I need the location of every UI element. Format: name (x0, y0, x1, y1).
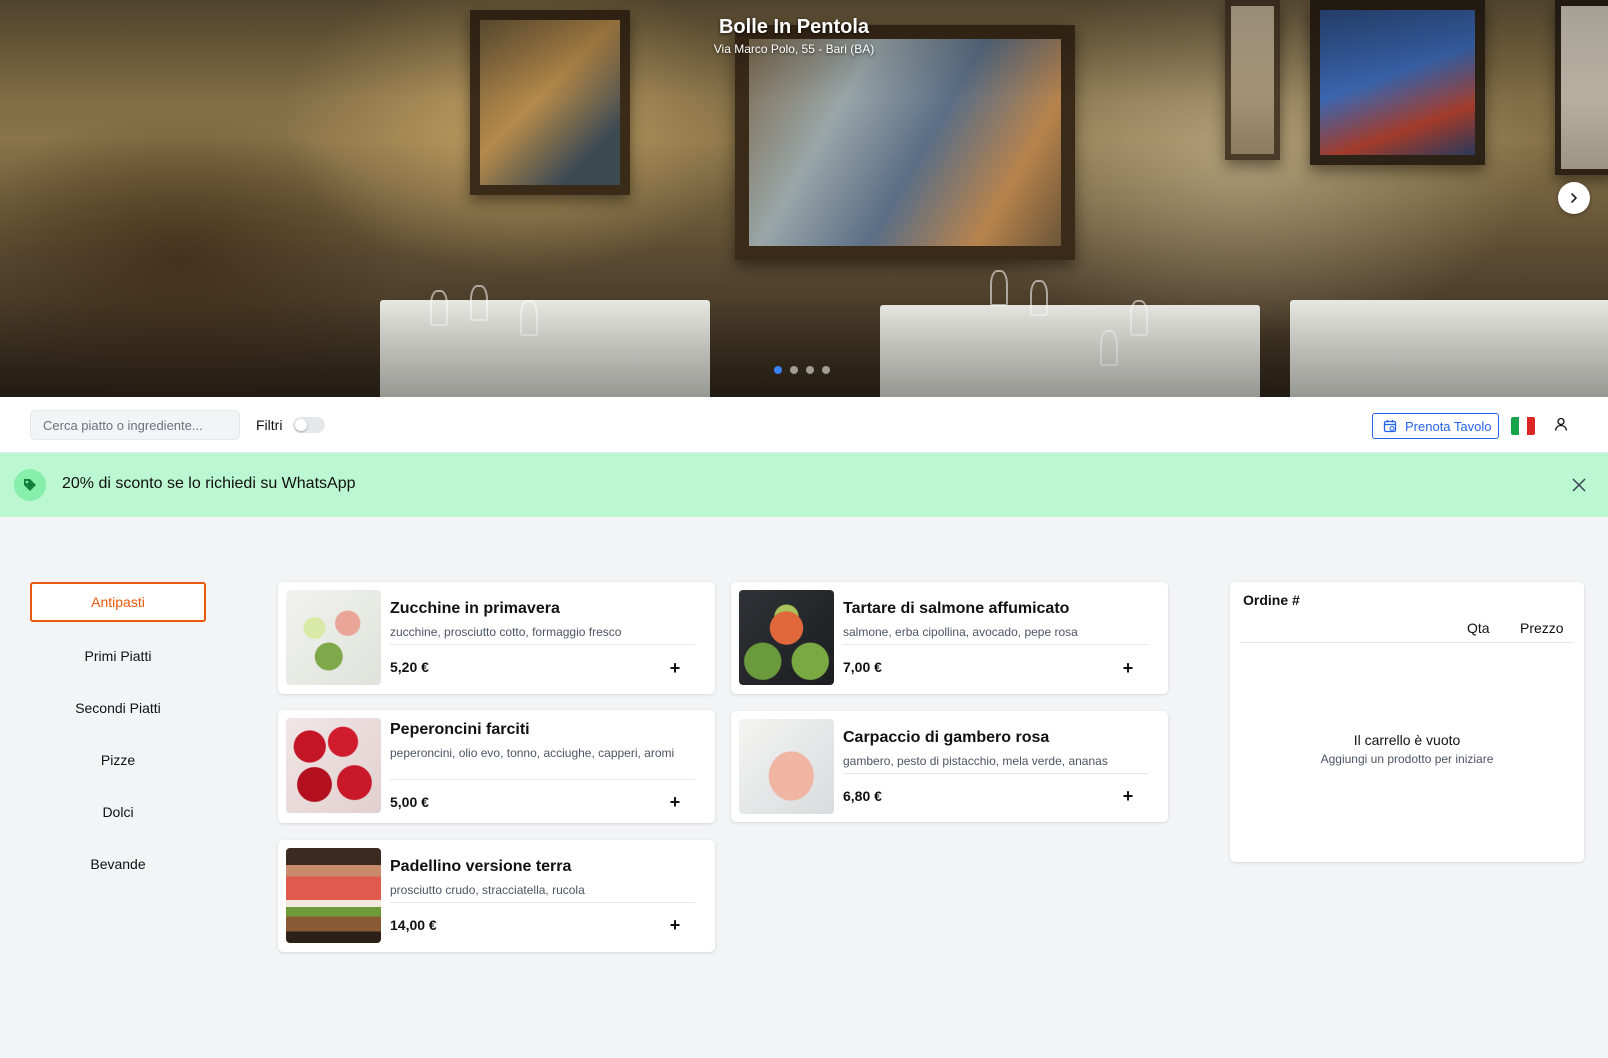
product-price: 14,00 € (390, 917, 437, 933)
user-account-button[interactable] (1547, 410, 1575, 438)
product-ingredients: peperoncini, olio evo, tonno, acciughe, … (390, 746, 675, 760)
product-ingredients: salmone, erba cipollina, avocado, pepe r… (843, 625, 1078, 639)
product-price: 6,80 € (843, 788, 882, 804)
restaurant-name: Bolle In Pentola (718, 16, 870, 38)
product-name: Peperoncini farciti (390, 721, 530, 738)
cart-empty-title: Il carrello è vuoto (1353, 732, 1461, 748)
product-ingredients: prosciutto crudo, stracciatella, rucola (390, 883, 585, 897)
promo-close-button[interactable] (1568, 474, 1590, 496)
product-ingredients: gambero, pesto di pistacchio, mela verde… (843, 754, 1108, 768)
product-price: 7,00 € (843, 659, 882, 675)
category-antipasti[interactable]: Antipasti (30, 582, 206, 622)
calendar-icon (1383, 420, 1397, 433)
promo-text: 20% di sconto se lo richiedi su WhatsApp (62, 475, 356, 492)
toolbar: Filtri Prenota Tavolo (0, 397, 1608, 453)
book-table-label: Prenota Tavolo (1405, 418, 1492, 434)
toggle-knob (295, 419, 307, 431)
chevron-right-icon (1571, 193, 1577, 203)
category-secondi-piatti[interactable]: Secondi Piatti (30, 688, 206, 728)
product-price: 5,20 € (390, 659, 429, 675)
cart-empty-hint: Aggiungi un prodotto per iniziare (1320, 752, 1494, 766)
search-input[interactable] (30, 410, 240, 440)
product-card[interactable]: Zucchine in primavera zucchine, prosciut… (278, 582, 715, 694)
carousel-dot[interactable] (790, 366, 798, 374)
filters-label: Filtri (256, 417, 283, 433)
category-primi-piatti[interactable]: Primi Piatti (30, 636, 206, 676)
add-to-cart-button[interactable]: + (1118, 658, 1138, 678)
italian-flag-icon[interactable] (1511, 417, 1535, 435)
product-ingredients: zucchine, prosciutto cotto, formaggio fr… (390, 625, 622, 639)
product-name: Carpaccio di gambero rosa (843, 729, 1050, 746)
order-qty-header: Qta (1467, 620, 1490, 636)
add-to-cart-button[interactable]: + (665, 915, 685, 935)
order-title: Ordine # (1243, 592, 1300, 608)
add-to-cart-button[interactable]: + (1118, 786, 1138, 806)
product-image (286, 590, 381, 685)
divider (1240, 642, 1574, 643)
promo-icon-badge (14, 469, 46, 501)
divider (843, 773, 1148, 774)
category-bevande[interactable]: Bevande (30, 844, 206, 884)
product-card[interactable]: Tartare di salmone affumicato salmone, e… (731, 582, 1168, 694)
hero-shade (0, 0, 1608, 397)
add-to-cart-button[interactable]: + (665, 792, 685, 812)
add-to-cart-button[interactable]: + (665, 658, 685, 678)
divider (843, 644, 1148, 645)
order-price-header: Prezzo (1520, 620, 1564, 636)
divider (390, 902, 695, 903)
divider (390, 644, 695, 645)
product-price: 5,00 € (390, 794, 429, 810)
product-card[interactable]: Carpaccio di gambero rosa gambero, pesto… (731, 711, 1168, 822)
close-icon (1572, 478, 1586, 492)
product-image (286, 718, 381, 813)
restaurant-address: Via Marco Polo, 55 - Bari (BA) (713, 42, 875, 56)
carousel-next-button[interactable] (1558, 182, 1590, 214)
category-dolci[interactable]: Dolci (30, 792, 206, 832)
order-panel: Ordine # Qta Prezzo Il carrello è vuoto … (1230, 582, 1584, 862)
product-card[interactable]: Peperoncini farciti peperoncini, olio ev… (278, 710, 715, 823)
category-pizze[interactable]: Pizze (30, 740, 206, 780)
filters-toggle[interactable] (293, 417, 325, 433)
product-image (286, 848, 381, 943)
carousel-dot[interactable] (774, 366, 782, 374)
product-image (739, 590, 834, 685)
hero-carousel: Bolle In Pentola Via Marco Polo, 55 - Ba… (0, 0, 1608, 397)
carousel-dot[interactable] (822, 366, 830, 374)
carousel-dot[interactable] (806, 366, 814, 374)
promo-banner: 20% di sconto se lo richiedi su WhatsApp (0, 453, 1608, 517)
carousel-dots (774, 366, 830, 374)
product-name: Zucchine in primavera (390, 600, 560, 617)
tag-icon (24, 479, 36, 491)
user-icon (1554, 417, 1568, 431)
book-table-button[interactable]: Prenota Tavolo (1372, 413, 1499, 439)
product-name: Tartare di salmone affumicato (843, 600, 1070, 617)
product-image (739, 719, 834, 814)
product-card[interactable]: Padellino versione terra prosciutto crud… (278, 840, 715, 952)
product-name: Padellino versione terra (390, 858, 572, 875)
divider (390, 779, 695, 780)
